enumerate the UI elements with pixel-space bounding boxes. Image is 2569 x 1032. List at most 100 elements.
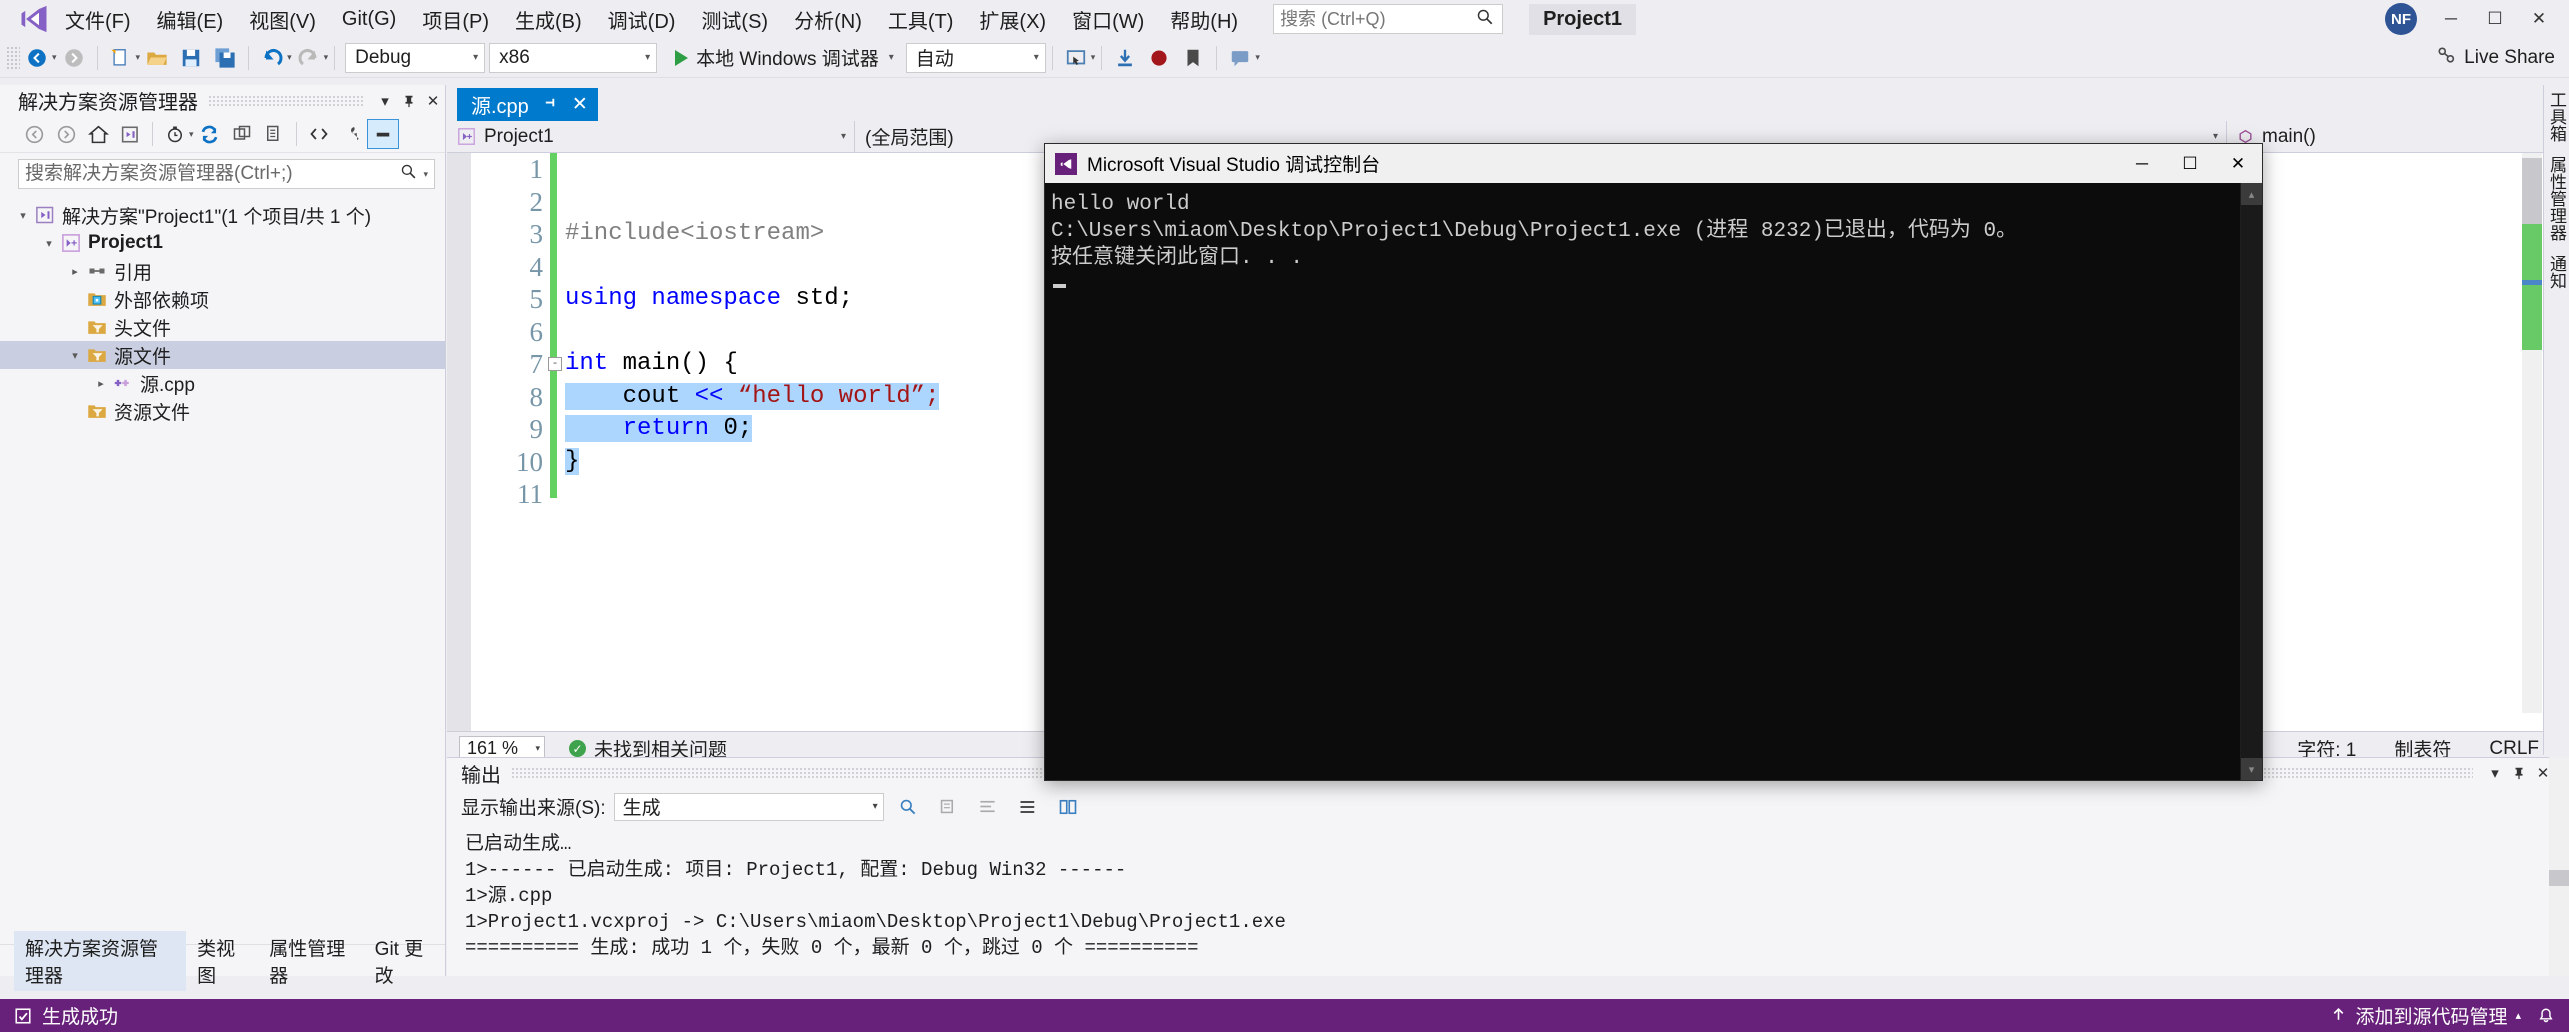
toggle-breakpoint-icon[interactable] [1142,42,1176,74]
toolbar-grip[interactable] [6,45,20,70]
code-line[interactable]: #include<iostream> [565,218,939,251]
toggle-word-wrap-icon[interactable] [972,792,1004,822]
code-line[interactable] [565,153,939,186]
console-scrollbar[interactable]: ▴ ▾ [2240,183,2262,780]
menu-item-7[interactable]: 测试(S) [688,1,781,38]
scroll-up-icon[interactable]: ▴ [2240,183,2262,205]
find-message-icon[interactable] [892,792,924,822]
menu-item-1[interactable]: 编辑(E) [144,1,237,38]
menu-item-9[interactable]: 工具(T) [875,1,967,38]
minimize-button[interactable]: ─ [2429,1,2473,37]
solution-search-input[interactable] [25,163,401,185]
back-icon[interactable] [18,119,50,149]
expander-icon[interactable]: ▸ [66,265,84,278]
code-view-icon[interactable] [303,119,335,149]
maximize-button[interactable]: ☐ [2473,1,2517,37]
tree-node-7[interactable]: 资源文件 [0,397,445,425]
panel-drag-grip[interactable] [208,94,363,107]
pending-changes-icon[interactable] [159,119,191,149]
console-close-button[interactable]: ✕ [2214,144,2262,183]
pin-icon[interactable] [2507,760,2531,786]
console-maximize-button[interactable]: ☐ [2166,144,2214,183]
close-button[interactable]: ✕ [2517,1,2561,37]
save-icon[interactable] [174,42,208,74]
tree-node-1[interactable]: ▾ Project1 [0,229,445,257]
editor-scrollbar-thumb[interactable] [2522,158,2542,224]
menu-item-11[interactable]: 窗口(W) [1059,1,1157,38]
debug-console-window[interactable]: Microsoft Visual Studio 调试控制台 ─ ☐ ✕ hell… [1044,143,2263,781]
code-line[interactable]: } [565,446,939,479]
collapse-all-icon[interactable] [226,119,258,149]
pin-icon[interactable] [543,95,558,115]
code-text[interactable]: #include<iostream> using namespace std; - i… [548,153,940,511]
redo-icon[interactable] [292,42,326,74]
preview-selected-items-icon[interactable] [366,119,399,149]
solution-icon[interactable] [114,119,146,149]
forward-icon[interactable] [50,119,82,149]
panel-tab-1[interactable]: 类视图 [186,931,258,991]
open-folder-icon[interactable] [140,42,174,74]
properties-icon[interactable] [335,119,367,149]
fold-toggle-icon[interactable]: - [548,357,562,371]
console-scroll-track[interactable] [2240,205,2262,758]
pin-icon[interactable] [397,88,421,114]
menu-item-6[interactable]: 调试(D) [595,1,689,38]
console-title-bar[interactable]: Microsoft Visual Studio 调试控制台 ─ ☐ ✕ [1045,144,2262,183]
close-icon[interactable]: ✕ [572,93,588,116]
console-body[interactable]: hello world C:\Users\miaom\Desktop\Proje… [1045,183,2262,780]
tree-node-3[interactable]: 外部依赖项 [0,285,445,313]
undo-icon[interactable] [255,42,289,74]
menu-item-3[interactable]: Git(G) [329,4,409,35]
home-icon[interactable] [82,119,114,149]
code-line[interactable] [565,478,939,511]
auto-architecture-combo[interactable]: 自动 ▾ [905,42,1046,73]
expander-icon[interactable]: ▾ [66,349,84,362]
tree-node-2[interactable]: ▸ 引用 [0,257,445,285]
save-all-icon[interactable] [208,42,242,74]
menu-item-10[interactable]: 扩展(X) [966,1,1059,38]
tree-node-5[interactable]: ▾ 源文件 [0,341,445,369]
close-icon[interactable]: ✕ [421,88,445,114]
menu-item-12[interactable]: 帮助(H) [1157,1,1251,38]
output-source-combo[interactable]: 生成 ▾ [613,792,884,821]
step-into-icon[interactable] [1108,42,1142,74]
expander-icon[interactable]: ▾ [14,209,32,222]
chevron-down-icon[interactable]: ▾ [423,169,428,180]
panel-tab-2[interactable]: 属性管理器 [258,931,363,991]
output-scrollbar-thumb[interactable] [2549,870,2569,886]
bookmark-icon[interactable] [1176,42,1210,74]
code-line[interactable]: using namespace std; [565,283,939,316]
menu-item-5[interactable]: 生成(B) [502,1,595,38]
comment-icon[interactable] [1223,42,1257,74]
new-file-icon[interactable] [104,42,138,74]
tree-node-4[interactable]: 头文件 [0,313,445,341]
chevron-down-icon[interactable]: ▾ [373,88,397,114]
start-debugging-button[interactable]: 本地 Windows 调试器 ▾ [667,42,902,74]
expander-icon[interactable]: ▸ [92,377,110,390]
search-input[interactable] [1280,8,1477,30]
panel-tab-0[interactable]: 解决方案资源管理器 [14,930,187,991]
code-line[interactable] [565,186,939,219]
code-line[interactable]: cout << “hello world”; [565,381,940,414]
solution-platform-combo[interactable]: x86 ▾ [489,42,658,73]
menu-item-2[interactable]: 视图(V) [236,1,329,38]
navigate-backward-icon[interactable] [20,42,54,74]
show-all-files-icon[interactable] [258,119,290,149]
chevron-down-icon[interactable]: ▾ [2483,760,2507,786]
dock-tab-1[interactable]: 属性管理器 [2544,156,2569,241]
tree-node-0[interactable]: ▾ 解决方案"Project1"(1 个项目/共 1 个) [0,201,445,229]
document-tab-source-cpp[interactable]: 源.cpp ✕ [457,88,598,121]
code-line[interactable]: return 0; [565,413,939,446]
console-minimize-button[interactable]: ─ [2118,144,2166,183]
expander-icon[interactable]: ▾ [40,237,58,250]
avatar[interactable]: NF [2385,3,2417,35]
tree-node-6[interactable]: ▸ 源.cpp [0,369,445,397]
dock-tab-0[interactable]: 工具箱 [2544,91,2569,142]
go-to-message-icon[interactable] [1012,792,1044,822]
live-share-button[interactable]: Live Share [2436,45,2555,71]
solution-configuration-combo[interactable]: Debug ▾ [345,42,486,73]
nav-member-combo[interactable]: main() ▾ [2227,121,2569,153]
menu-item-8[interactable]: 分析(N) [781,1,875,38]
global-search[interactable] [1273,4,1504,34]
navigate-forward-icon[interactable] [57,42,91,74]
